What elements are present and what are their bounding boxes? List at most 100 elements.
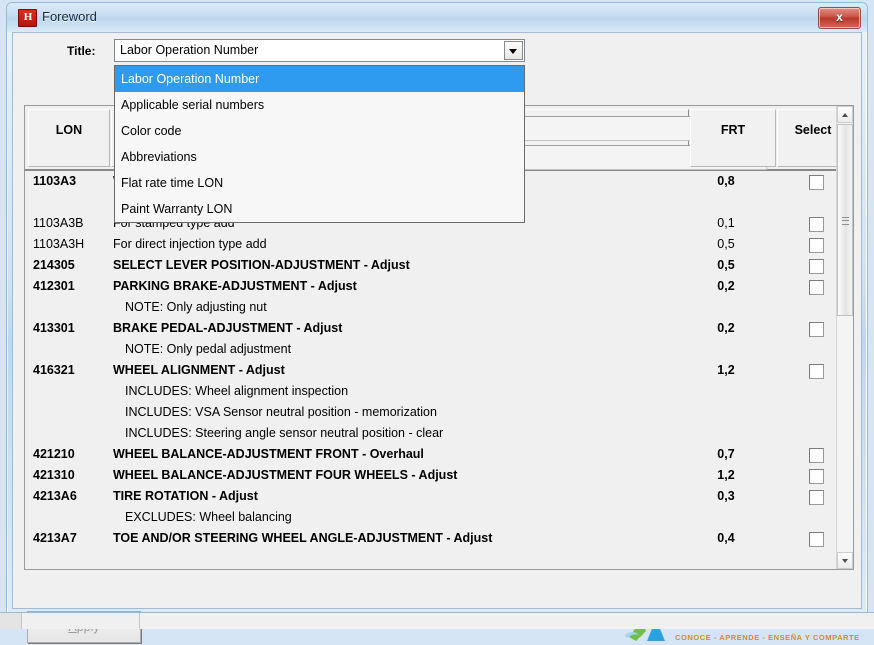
table-row[interactable]: EXCLUDES: Wheel balancing xyxy=(25,507,837,528)
close-icon: x xyxy=(819,8,860,27)
grid-body: 1103A3WATER PUMP - Replace0,8NOTE: With … xyxy=(25,171,837,569)
dropdown-item-label: Abbreviations xyxy=(121,150,197,164)
table-row[interactable]: 214305SELECT LEVER POSITION-ADJUSTMENT -… xyxy=(25,255,837,276)
table-row[interactable]: INCLUDES: VSA Sensor neutral position - … xyxy=(25,402,837,423)
dropdown-item-label: Paint Warranty LON xyxy=(121,202,232,216)
logo-tagline: CONOCE - APRENDE - ENSEÑA Y COMPARTE xyxy=(675,633,860,642)
window-client-area: Title: Labor Operation Number Labor Oper… xyxy=(12,32,862,609)
status-segment-2 xyxy=(22,613,140,629)
dropdown-item-1[interactable]: Applicable serial numbers xyxy=(115,92,524,118)
cell-description: BRAKE PEDAL-ADJUSTMENT - Adjust xyxy=(113,318,342,339)
table-row[interactable]: 412301PARKING BRAKE-ADJUSTMENT - Adjust 0… xyxy=(25,276,837,297)
column-header-frt[interactable]: FRT xyxy=(690,109,776,167)
grip-icon xyxy=(842,217,849,225)
table-row[interactable]: 4213A7TOE AND/OR STEERING WHEEL ANGLE-AD… xyxy=(25,528,837,549)
select-checkbox[interactable] xyxy=(809,217,824,232)
title-combobox-value: Labor Operation Number xyxy=(120,43,258,57)
title-dropdown-list[interactable]: Labor Operation Number Applicable serial … xyxy=(114,65,525,223)
cell-description: EXCLUDES: Wheel balancing xyxy=(113,507,292,528)
window-title: Foreword xyxy=(42,9,97,24)
dropdown-item-label: Flat rate time LON xyxy=(121,176,223,190)
cell-lon: 214305 xyxy=(33,255,117,276)
select-checkbox[interactable] xyxy=(809,322,824,337)
cell-lon: 1103A3H xyxy=(33,234,117,255)
column-header-lon[interactable]: LON xyxy=(28,109,110,167)
caret-down-icon xyxy=(842,559,848,563)
select-checkbox[interactable] xyxy=(809,448,824,463)
cell-lon: 413301 xyxy=(33,318,117,339)
cell-frt: 0,2 xyxy=(690,276,762,297)
cell-frt: 0,4 xyxy=(690,528,762,549)
honda-h-icon: H xyxy=(18,9,37,27)
status-segment-1 xyxy=(0,613,22,629)
dropdown-item-3[interactable]: Abbreviations xyxy=(115,144,524,170)
cell-frt: 0,2 xyxy=(690,318,762,339)
foreword-window: H Foreword x Title: Labor Operation Numb… xyxy=(6,2,868,615)
cell-description: WHEEL BALANCE-ADJUSTMENT FOUR WHEELS - A… xyxy=(113,465,457,486)
select-checkbox[interactable] xyxy=(809,469,824,484)
status-segment-3 xyxy=(140,613,874,629)
dropdown-item-label: Applicable serial numbers xyxy=(121,98,264,112)
dropdown-item-0[interactable]: Labor Operation Number xyxy=(115,66,524,92)
cell-frt: 1,2 xyxy=(690,360,762,381)
cell-lon: 4213A6 xyxy=(33,486,117,507)
table-row[interactable]: 413301BRAKE PEDAL-ADJUSTMENT - Adjust 0,2 xyxy=(25,318,837,339)
title-combobox[interactable]: Labor Operation Number xyxy=(114,39,525,62)
select-checkbox[interactable] xyxy=(809,238,824,253)
cell-lon: 4213A7 xyxy=(33,528,117,549)
cell-lon: 1103A3B xyxy=(33,213,117,234)
table-row[interactable]: 421210WHEEL BALANCE-ADJUSTMENT FRONT - O… xyxy=(25,444,837,465)
cell-description: INCLUDES: VSA Sensor neutral position - … xyxy=(113,402,437,423)
title-bar[interactable]: H Foreword x xyxy=(7,3,867,32)
cell-description: TIRE ROTATION - Adjust xyxy=(113,486,258,507)
table-row[interactable]: 421310WHEEL BALANCE-ADJUSTMENT FOUR WHEE… xyxy=(25,465,837,486)
table-row[interactable]: 1103A3HFor direct injection type add 0,5 xyxy=(25,234,837,255)
cell-description: TOE AND/OR STEERING WHEEL ANGLE-ADJUSTME… xyxy=(113,528,492,549)
cell-description: WHEEL ALIGNMENT - Adjust xyxy=(113,360,285,381)
dropdown-item-label: Color code xyxy=(121,124,181,138)
grid-vertical-scrollbar[interactable] xyxy=(836,106,853,569)
dropdown-item-2[interactable]: Color code xyxy=(115,118,524,144)
cell-description: NOTE: Only adjusting nut xyxy=(113,297,267,318)
cell-frt: 0,5 xyxy=(690,255,762,276)
cell-frt: 0,1 xyxy=(690,213,762,234)
dropdown-item-5[interactable]: Paint Warranty LON xyxy=(115,196,524,222)
status-bar xyxy=(0,612,874,629)
cell-frt: 0,3 xyxy=(690,486,762,507)
select-checkbox[interactable] xyxy=(809,259,824,274)
table-row[interactable]: NOTE: Only adjusting nut xyxy=(25,297,837,318)
cell-description: For direct injection type add xyxy=(113,234,267,255)
scroll-up-button[interactable] xyxy=(837,106,853,123)
cell-description: PARKING BRAKE-ADJUSTMENT - Adjust xyxy=(113,276,357,297)
dropdown-item-4[interactable]: Flat rate time LON xyxy=(115,170,524,196)
close-button[interactable]: x xyxy=(818,7,861,29)
title-label: Title: xyxy=(67,44,95,58)
cell-frt: 0,5 xyxy=(690,234,762,255)
select-checkbox[interactable] xyxy=(809,490,824,505)
caret-up-icon xyxy=(842,113,848,117)
table-row[interactable]: INCLUDES: Steering angle sensor neutral … xyxy=(25,423,837,444)
cell-lon: 421310 xyxy=(33,465,117,486)
scroll-down-button[interactable] xyxy=(837,552,853,569)
select-checkbox[interactable] xyxy=(809,532,824,547)
chevron-down-icon[interactable] xyxy=(504,41,523,60)
cell-lon: 1103A3 xyxy=(33,171,117,192)
table-row[interactable]: 416321WHEEL ALIGNMENT - Adjust 1,2 xyxy=(25,360,837,381)
select-checkbox[interactable] xyxy=(809,364,824,379)
table-row[interactable]: 4213A6TIRE ROTATION - Adjust 0,3 xyxy=(25,486,837,507)
dropdown-item-label: Labor Operation Number xyxy=(121,72,259,86)
cell-description: WHEEL BALANCE-ADJUSTMENT FRONT - Overhau… xyxy=(113,444,424,465)
table-row[interactable]: INCLUDES: Wheel alignment inspection xyxy=(25,381,837,402)
scrollbar-thumb[interactable] xyxy=(837,124,853,316)
cell-lon: 412301 xyxy=(33,276,117,297)
cell-frt: 1,2 xyxy=(690,465,762,486)
table-row[interactable]: NOTE: Only pedal adjustment xyxy=(25,339,837,360)
chevron-down-glyph xyxy=(509,49,517,54)
cell-lon: 416321 xyxy=(33,360,117,381)
select-checkbox[interactable] xyxy=(809,175,824,190)
cell-description: NOTE: Only pedal adjustment xyxy=(113,339,291,360)
title-row: Title: Labor Operation Number xyxy=(13,39,861,65)
cell-description: INCLUDES: Steering angle sensor neutral … xyxy=(113,423,443,444)
cell-description: SELECT LEVER POSITION-ADJUSTMENT - Adjus… xyxy=(113,255,410,276)
select-checkbox[interactable] xyxy=(809,280,824,295)
